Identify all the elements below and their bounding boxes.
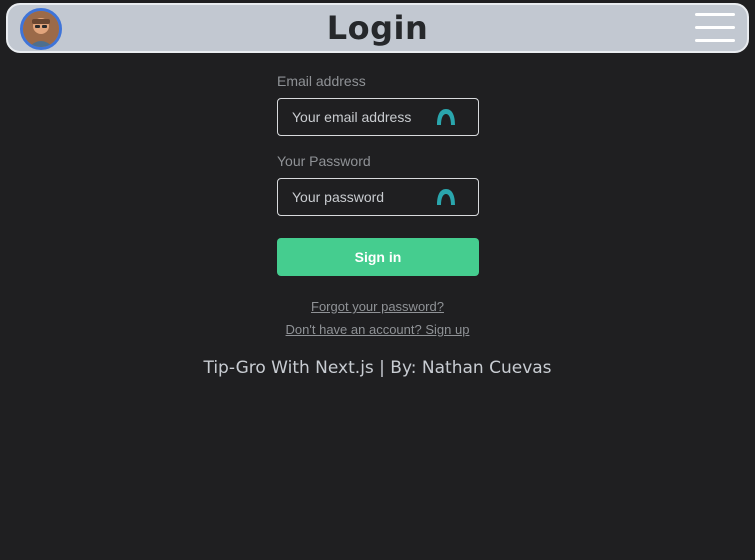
email-field-wrapper	[277, 98, 479, 136]
email-label: Email address	[277, 73, 366, 89]
hamburger-menu-icon[interactable]	[695, 11, 737, 45]
password-field-wrapper	[277, 178, 479, 216]
login-form: Email address Your Password	[277, 72, 479, 216]
password-manager-icon[interactable]	[436, 108, 456, 126]
sign-in-button[interactable]: Sign in	[277, 238, 479, 276]
password-label: Your Password	[277, 153, 371, 169]
page-title: Login	[326, 9, 429, 47]
footer-text: Tip-Gro With Next.js | By: Nathan Cuevas	[203, 358, 552, 378]
sign-up-link[interactable]: Don't have an account? Sign up	[0, 322, 755, 337]
forgot-password-link[interactable]: Forgot your password?	[0, 299, 755, 314]
password-manager-icon[interactable]	[436, 188, 456, 206]
header-bar: Login	[6, 3, 749, 53]
